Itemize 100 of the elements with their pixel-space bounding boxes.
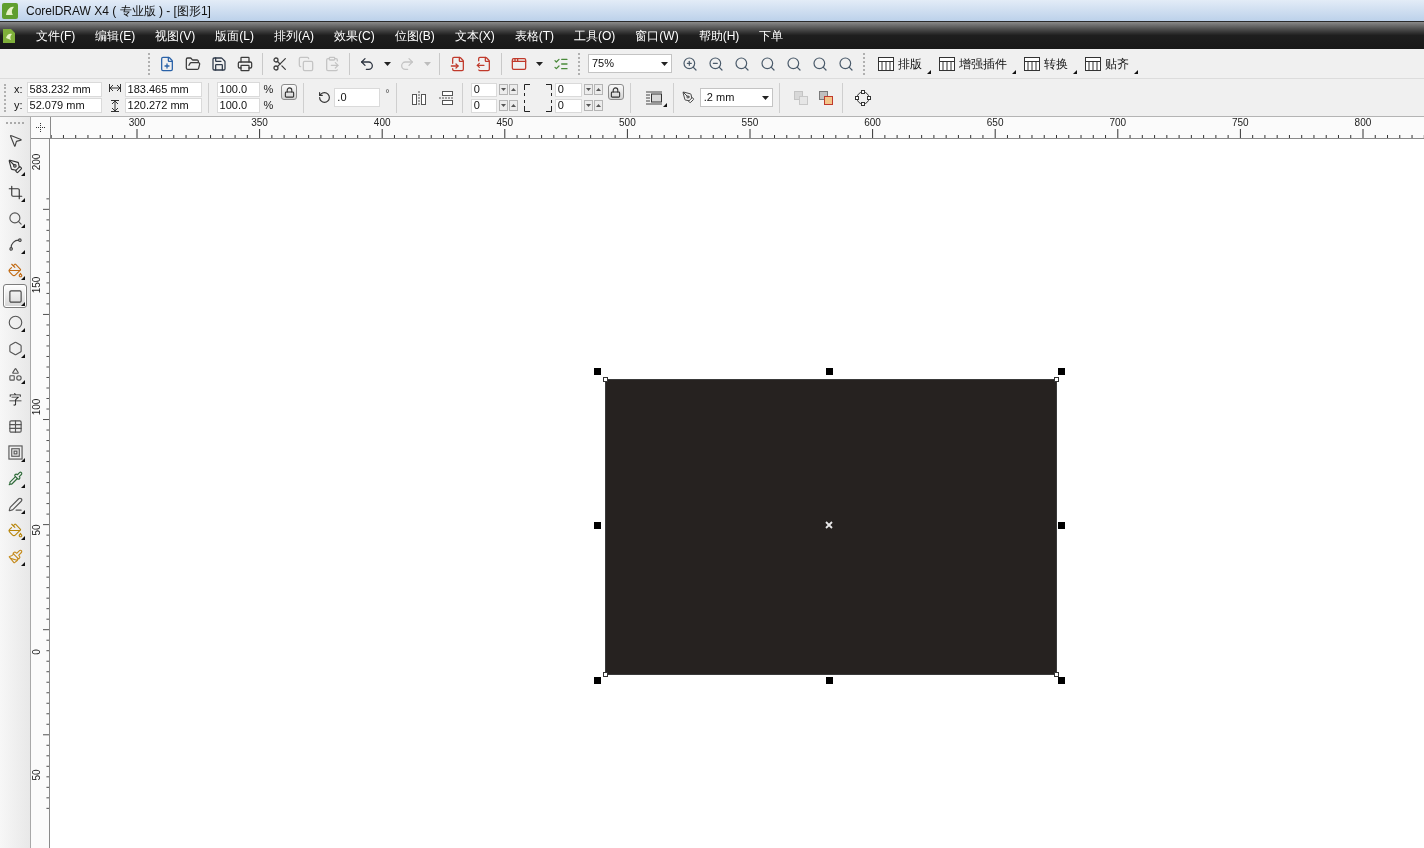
window-title: CorelDRAW X4 ( 专业版 ) - [图形1] [26,2,211,20]
text-block-icon [645,90,662,105]
selection-handle[interactable] [594,677,601,684]
spin-down-button[interactable] [498,100,508,111]
selection-handle[interactable] [594,522,601,529]
caret-down-icon [423,61,431,66]
corner-radius-field[interactable]: 0 [470,98,497,113]
magnifier-icon [786,55,802,72]
drawing-canvas[interactable] [50,139,1424,848]
menu-item[interactable]: 表格(T) [514,27,554,44]
arrow-pointer-icon [7,132,23,148]
spin-down-button[interactable] [583,84,593,95]
crop-icon [7,184,23,200]
width-field[interactable]: 183.465 mm [124,82,202,97]
magnifier-icon [7,210,23,226]
menu-item[interactable]: 工具(O) [574,27,616,44]
menu-item[interactable]: 视图(V) [155,27,196,44]
printer-icon [237,55,253,72]
menu-item[interactable]: 效果(C) [334,27,375,44]
lock-ratio-button[interactable] [607,84,624,100]
spin-up-button[interactable] [508,84,518,95]
toolbar-menu-button[interactable]: 排版 [875,52,925,75]
outline-width-value: .2 mm [703,90,735,106]
scale-y-field[interactable]: 100.0 [216,98,260,113]
selection-handle[interactable] [1058,522,1065,529]
flyout-triangle-icon [662,102,667,107]
right-bracket-icon [545,83,552,112]
spin-up-button[interactable] [593,100,603,111]
corner-node-icon [603,377,608,382]
spin-down-button[interactable] [583,100,593,111]
ruler-label: 650 [986,117,1004,128]
corner-radius-field[interactable]: 0 [554,82,582,97]
menu-item[interactable]: 版面(L) [215,27,254,44]
left-bracket-icon [523,83,530,112]
caret-up-icon [510,88,516,91]
bucket-icon [7,262,23,278]
selection-handle[interactable] [826,677,833,684]
magnifier-icon [760,55,776,72]
field-label: x: [14,82,23,97]
corner-node-icon [1054,377,1059,382]
caret-up-icon [510,104,516,107]
menu-item[interactable]: 编辑(E) [95,27,136,44]
menu-item[interactable]: 文本(X) [454,27,495,44]
magnifier-plus-icon [682,55,698,72]
caret-up-icon [595,104,601,107]
height-field[interactable]: 120.272 mm [124,98,202,113]
lock-ratio-button[interactable] [281,84,298,100]
hexagon-icon [7,340,23,356]
tool-button[interactable] [3,284,27,308]
ruler-label: 100 [32,398,42,416]
menu-item[interactable]: 下单 [759,27,784,44]
corner-radius-field[interactable]: 0 [470,82,497,97]
caret-down-icon [761,95,769,100]
selection-handle[interactable] [1058,677,1065,684]
caret-down-icon [585,88,591,91]
scale-x-field[interactable]: 100.0 [216,82,260,97]
shapes-icon [7,366,23,382]
spin-up-button[interactable] [508,100,518,111]
ruler-label: 300 [128,117,146,128]
menu-item[interactable]: 排列(A) [274,27,314,44]
menu-item[interactable]: 位图(B) [394,27,435,44]
rotation-field[interactable]: .0 [334,88,381,107]
menu-item[interactable]: 窗口(W) [635,27,679,44]
toolbar-menu-button[interactable]: 贴齐 [1082,52,1132,75]
selection-handle[interactable] [826,368,833,375]
x-position-field[interactable]: 583.232 mm [26,82,102,97]
convert-to-curves-button[interactable] [852,87,873,108]
nested-squares-icon [7,444,23,460]
unit-label: % [263,82,274,97]
magnifier-icon [734,55,750,72]
text-tool-button[interactable]: 字 [3,388,27,412]
menu-item[interactable]: 帮助(H) [698,27,740,44]
ruler-label: 700 [1109,117,1127,128]
magnifier-icon [812,55,828,72]
selection-handle[interactable] [594,368,601,375]
window-grid-icon [1085,56,1101,71]
spin-up-button[interactable] [593,84,603,95]
bucket-icon [7,522,23,538]
text-wrap-button[interactable] [644,88,663,107]
corner-radius-field[interactable]: 0 [554,98,582,113]
outline-width-dropdown[interactable]: .2 mm [699,88,773,107]
curve-icon [7,236,23,252]
mirror-horizontal-icon [411,90,426,105]
flyout-triangle-icon [927,69,931,74]
pencil-icon [7,496,23,512]
menu-item[interactable]: 文件(F) [36,27,76,44]
toolbar-menu-button[interactable]: 增强插件 [936,52,1010,75]
spin-down-button[interactable] [498,84,508,95]
zoom-dropdown[interactable]: 75% [588,54,672,73]
selection-handle[interactable] [1058,368,1065,375]
y-position-field[interactable]: 52.079 mm [26,98,102,113]
ruler-label: 350 [251,117,268,128]
pages-icon [298,55,314,72]
brush-icon [7,548,23,564]
file-arrow-icon [450,55,466,72]
toolbar-menu-button[interactable]: 转换 [1021,52,1071,75]
ruler-label: 150 [32,276,42,293]
vertical-arrows-icon [110,99,119,112]
window-grid-icon [878,56,894,71]
ellipse-icon [7,314,23,330]
